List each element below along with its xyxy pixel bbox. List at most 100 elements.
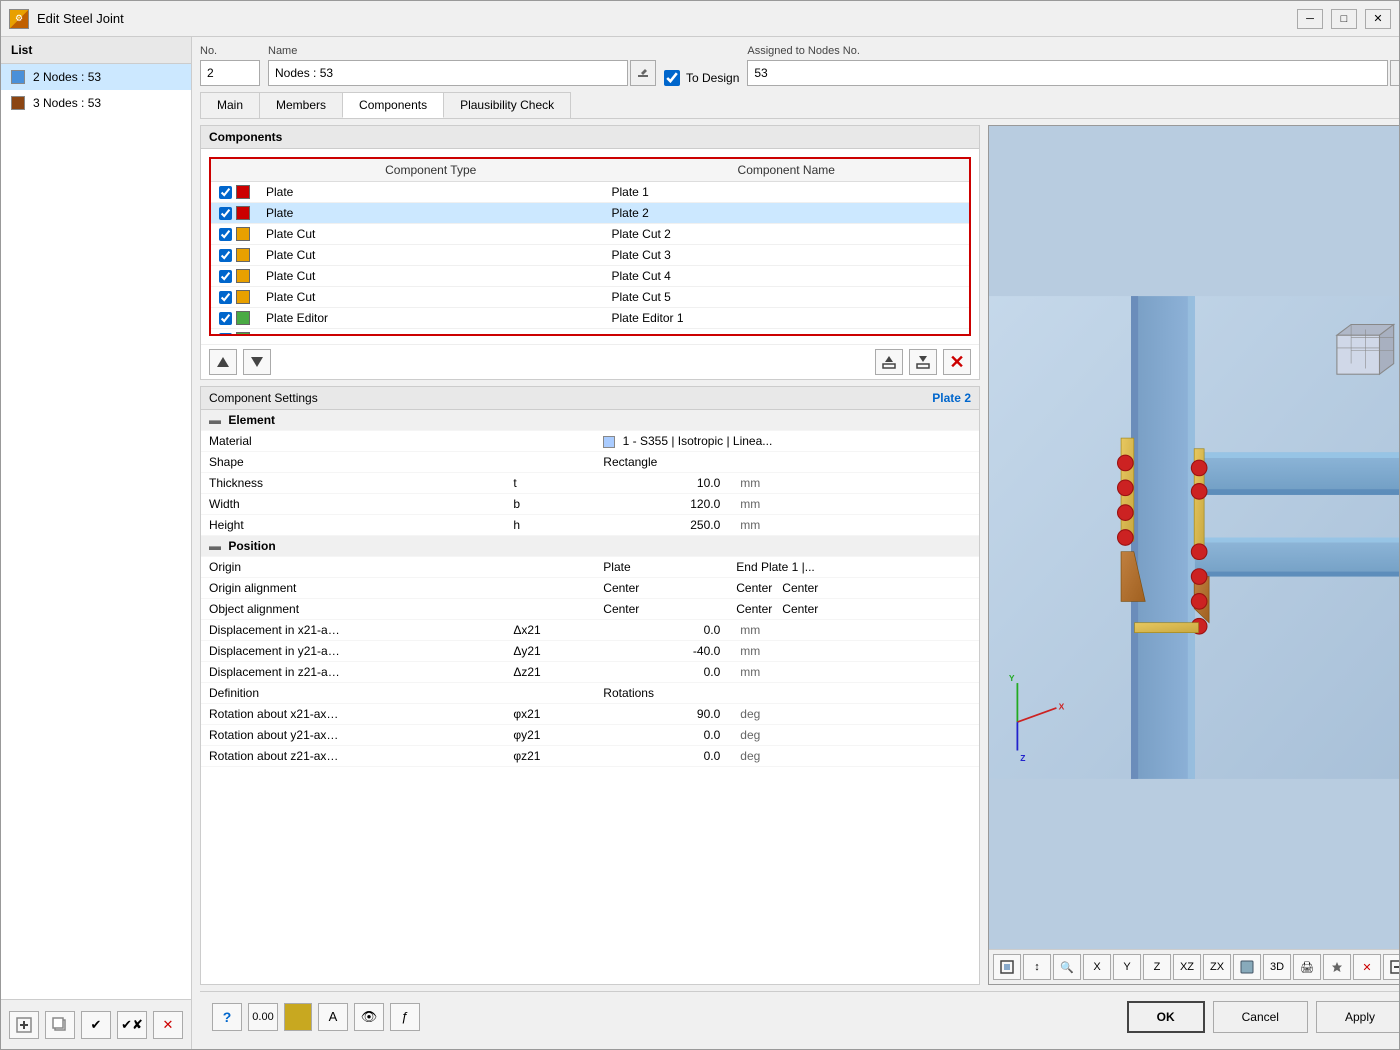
- add-item-button[interactable]: [9, 1011, 39, 1039]
- object-alignment-v2: Center Center: [728, 599, 979, 620]
- components-scrollable[interactable]: Component Type Component Name Plate Plat…: [211, 159, 969, 334]
- bottom-right-buttons: OK Cancel Apply: [1127, 1001, 1399, 1033]
- tab-main[interactable]: Main: [200, 92, 260, 118]
- height-unit: mm: [728, 515, 979, 536]
- check-all-button[interactable]: ✔: [81, 1011, 111, 1039]
- viewer-settings-button[interactable]: [1323, 954, 1351, 980]
- height-value: 250.0: [595, 515, 728, 536]
- comp-checkbox[interactable]: [219, 207, 232, 220]
- comp-checkbox[interactable]: [219, 249, 232, 262]
- comp-name: Plate Cut 2: [603, 224, 969, 245]
- close-button[interactable]: ✕: [1365, 9, 1391, 29]
- viewer-cancel-view-button[interactable]: ✕: [1353, 954, 1381, 980]
- viewer-more-button[interactable]: [1383, 954, 1399, 980]
- comp-checkbox[interactable]: [219, 291, 232, 304]
- uncheck-all-button[interactable]: ✔✘: [117, 1011, 147, 1039]
- rot-y-unit: deg: [728, 725, 979, 746]
- component-row[interactable]: Plate Editor Plate Editor 1: [211, 308, 969, 329]
- settings-panel-header: Component Settings Plate 2: [201, 387, 979, 410]
- minimize-button[interactable]: ─: [1297, 9, 1323, 29]
- maximize-button[interactable]: □: [1331, 9, 1357, 29]
- assigned-clear-button[interactable]: ✕: [1390, 60, 1399, 86]
- rot-y-value: 0.0: [595, 725, 728, 746]
- name-input[interactable]: [268, 60, 628, 86]
- delete-component-button[interactable]: ✕: [943, 349, 971, 375]
- rot-x-unit: deg: [728, 704, 979, 725]
- component-row[interactable]: Plate Cut Plate Cut 2: [211, 224, 969, 245]
- numeric-button[interactable]: 0.00: [248, 1003, 278, 1031]
- position-section-label: Position: [228, 539, 275, 553]
- eye-button[interactable]: 👁: [354, 1003, 384, 1031]
- component-row[interactable]: Plate Plate 2: [211, 203, 969, 224]
- viewer-zoom-button[interactable]: 🔍: [1053, 954, 1081, 980]
- origin-row: Origin Plate End Plate 1 |...: [201, 557, 979, 578]
- move-up-button[interactable]: [209, 349, 237, 375]
- thickness-row: Thickness t 10.0 mm: [201, 473, 979, 494]
- comp-checkbox[interactable]: [219, 312, 232, 325]
- list-item[interactable]: 2 Nodes : 53: [1, 64, 191, 90]
- tab-components[interactable]: Components: [342, 92, 444, 118]
- import-button[interactable]: [875, 349, 903, 375]
- to-design-checkbox[interactable]: [664, 70, 680, 86]
- width-unit: mm: [728, 494, 979, 515]
- viewer-zx-button[interactable]: ZX: [1203, 954, 1231, 980]
- cancel-button[interactable]: Cancel: [1213, 1001, 1308, 1033]
- component-row[interactable]: Plate Cut Plate Cut 3: [211, 245, 969, 266]
- tab-members[interactable]: Members: [259, 92, 343, 118]
- name-edit-button[interactable]: [630, 60, 656, 86]
- list-item[interactable]: 3 Nodes : 53: [1, 90, 191, 116]
- origin-alignment-row: Origin alignment Center Center Center: [201, 578, 979, 599]
- tab-plausibility[interactable]: Plausibility Check: [443, 92, 571, 118]
- material-row: Material 1 - S355 | Isotropic | Linea...: [201, 431, 979, 452]
- export-button[interactable]: [909, 349, 937, 375]
- apply-button[interactable]: Apply: [1316, 1001, 1399, 1033]
- component-row[interactable]: Plate Cut Plate Cut 5: [211, 287, 969, 308]
- list-item-color: [11, 96, 25, 110]
- width-label: Width: [201, 494, 505, 515]
- window-title: Edit Steel Joint: [37, 11, 1289, 26]
- ok-button[interactable]: OK: [1127, 1001, 1205, 1033]
- position-toggle[interactable]: ▬: [209, 539, 221, 553]
- thickness-value: 10.0: [595, 473, 728, 494]
- no-input[interactable]: [200, 60, 260, 86]
- assigned-input[interactable]: [747, 60, 1388, 86]
- comp-checkbox[interactable]: [219, 186, 232, 199]
- viewer-content[interactable]: Y X Z: [989, 126, 1399, 949]
- viewer-print-button[interactable]: 🖨: [1293, 954, 1321, 980]
- tab-content-area: Components Component Type: [200, 125, 1399, 985]
- delete-item-button[interactable]: ✕: [153, 1011, 183, 1039]
- viewer-render-button[interactable]: [1233, 954, 1261, 980]
- material-button[interactable]: [284, 1003, 312, 1031]
- comp-name: Plate 1: [603, 182, 969, 203]
- svg-text:Z: Z: [1020, 753, 1025, 763]
- comp-checkbox[interactable]: [219, 270, 232, 283]
- viewer-select-button[interactable]: [993, 954, 1021, 980]
- help-button[interactable]: ?: [212, 1003, 242, 1031]
- comp-checkbox[interactable]: [219, 228, 232, 241]
- component-row[interactable]: Plate Cut Plate Cut 4: [211, 266, 969, 287]
- viewer-3d-button[interactable]: 3D: [1263, 954, 1291, 980]
- element-toggle[interactable]: ▬: [209, 413, 221, 427]
- duplicate-item-button[interactable]: [45, 1011, 75, 1039]
- label-button[interactable]: A: [318, 1003, 348, 1031]
- no-label: No.: [200, 45, 260, 57]
- viewer-pan-button[interactable]: ↕: [1023, 954, 1051, 980]
- svg-text:Y: Y: [1009, 673, 1015, 683]
- comp-checkbox[interactable]: [219, 333, 232, 335]
- viewer-x-button[interactable]: X: [1083, 954, 1111, 980]
- top-fields-row: No. Name To Design: [200, 45, 1399, 86]
- component-row[interactable]: Plate Editor Plate Editor 2: [211, 329, 969, 335]
- comp-check-cell: [219, 248, 250, 262]
- formula-button[interactable]: ƒ: [390, 1003, 420, 1031]
- settings-header-title: Component Settings: [209, 391, 318, 405]
- move-down-button[interactable]: [243, 349, 271, 375]
- comp-type: Plate: [258, 182, 603, 203]
- viewer-y-button[interactable]: Y: [1113, 954, 1141, 980]
- position-section-row: ▬ Position: [201, 536, 979, 557]
- viewer-xz-button[interactable]: XZ: [1173, 954, 1201, 980]
- main-window: ⚙ Edit Steel Joint ─ □ ✕ List 2 Nodes : …: [0, 0, 1400, 1050]
- svg-text:X: X: [1059, 701, 1065, 711]
- component-row[interactable]: Plate Plate 1: [211, 182, 969, 203]
- viewer-z-button[interactable]: Z: [1143, 954, 1171, 980]
- definition-row: Definition Rotations: [201, 683, 979, 704]
